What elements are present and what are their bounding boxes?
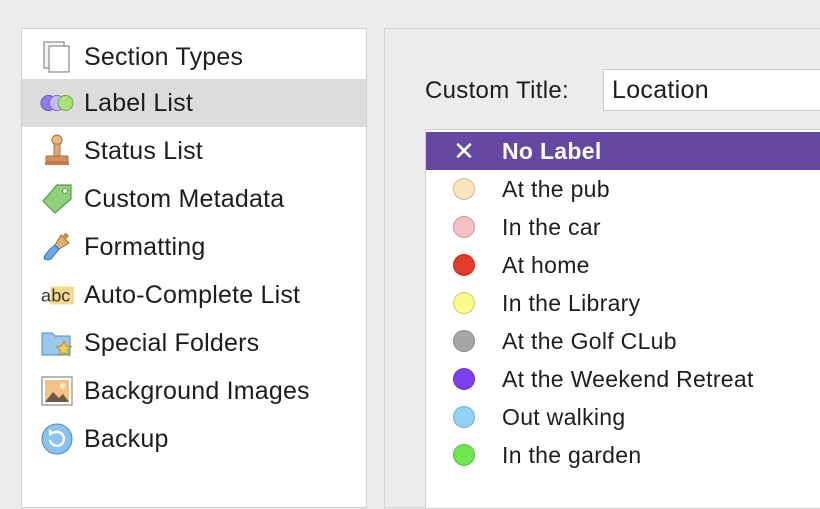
close-icon: ✕	[453, 136, 475, 166]
color-swatch[interactable]	[453, 330, 475, 352]
sidebar-item-label: Section Types	[84, 42, 244, 71]
sidebar-item-backup[interactable]: Backup	[22, 415, 366, 463]
list-item[interactable]: Out walking	[426, 398, 820, 436]
custom-title-label: Custom Title:	[425, 77, 569, 104]
sidebar-item-label: Background Images	[84, 376, 310, 405]
sidebar: Section Types Label List Status List Cus…	[21, 28, 367, 508]
label-settings-panel: Custom Title: ✕ No Label At the pub In t…	[384, 28, 820, 509]
custom-title-input[interactable]	[603, 69, 820, 111]
backup-icon	[40, 422, 74, 456]
label-name: At home	[502, 251, 590, 278]
color-swatch[interactable]	[453, 368, 475, 390]
star-folder-icon	[40, 326, 74, 360]
color-swatch[interactable]	[453, 216, 475, 238]
stamp-icon	[40, 134, 74, 168]
label-name: In the car	[502, 213, 601, 240]
label-name: In the garden	[502, 441, 642, 468]
color-swatch[interactable]	[453, 178, 475, 200]
sidebar-item-label: Auto-Complete List	[84, 280, 301, 309]
sidebar-item-label-list[interactable]: Label List	[22, 79, 366, 127]
sidebar-item-label: Special Folders	[84, 328, 260, 357]
label-name: In the Library	[502, 289, 641, 316]
list-item[interactable]: At the pub	[426, 170, 820, 208]
documents-icon	[40, 40, 74, 74]
list-item[interactable]: At the Golf CLub	[426, 322, 820, 360]
paintbrush-icon	[40, 230, 74, 264]
list-item[interactable]: At the Weekend Retreat	[426, 360, 820, 398]
color-swatch[interactable]	[453, 254, 475, 276]
sidebar-item-label: Custom Metadata	[84, 184, 285, 213]
sidebar-item-formatting[interactable]: Formatting	[22, 223, 366, 271]
sidebar-item-label: Status List	[84, 136, 203, 165]
sidebar-item-label: Label List	[84, 88, 194, 117]
svg-text:a: a	[41, 286, 51, 306]
sidebar-item-label: Backup	[84, 424, 169, 453]
list-item[interactable]: At home	[426, 246, 820, 284]
picture-icon	[40, 374, 74, 408]
label-list: ✕ No Label At the pub In the car At home…	[425, 129, 820, 509]
sidebar-item-special-folders[interactable]: Special Folders	[22, 319, 366, 367]
label-circles-icon	[40, 86, 74, 120]
label-row-no-label[interactable]: ✕ No Label	[426, 132, 820, 170]
color-swatch[interactable]	[453, 406, 475, 428]
custom-title-row: Custom Title:	[425, 69, 569, 113]
list-item[interactable]: In the car	[426, 208, 820, 246]
color-swatch[interactable]	[453, 292, 475, 314]
label-name: Out walking	[502, 403, 626, 430]
sidebar-item-custom-metadata[interactable]: Custom Metadata	[22, 175, 366, 223]
sidebar-item-label: Formatting	[84, 232, 206, 261]
sidebar-item-background-images[interactable]: Background Images	[22, 367, 366, 415]
list-item[interactable]: In the garden	[426, 436, 820, 474]
label-name: At the pub	[502, 175, 610, 202]
color-swatch[interactable]	[453, 444, 475, 466]
sidebar-item-auto-complete-list[interactable]: a bc Auto-Complete List	[22, 271, 366, 319]
label-name: At the Weekend Retreat	[502, 365, 754, 392]
svg-text:bc: bc	[51, 286, 70, 306]
tag-icon	[40, 182, 74, 216]
sidebar-item-section-types[interactable]: Section Types	[22, 33, 366, 81]
abc-icon: a bc	[40, 278, 74, 312]
label-name: No Label	[502, 137, 602, 164]
list-item[interactable]: In the Library	[426, 284, 820, 322]
label-name: At the Golf CLub	[502, 327, 677, 354]
sidebar-item-status-list[interactable]: Status List	[22, 127, 366, 175]
